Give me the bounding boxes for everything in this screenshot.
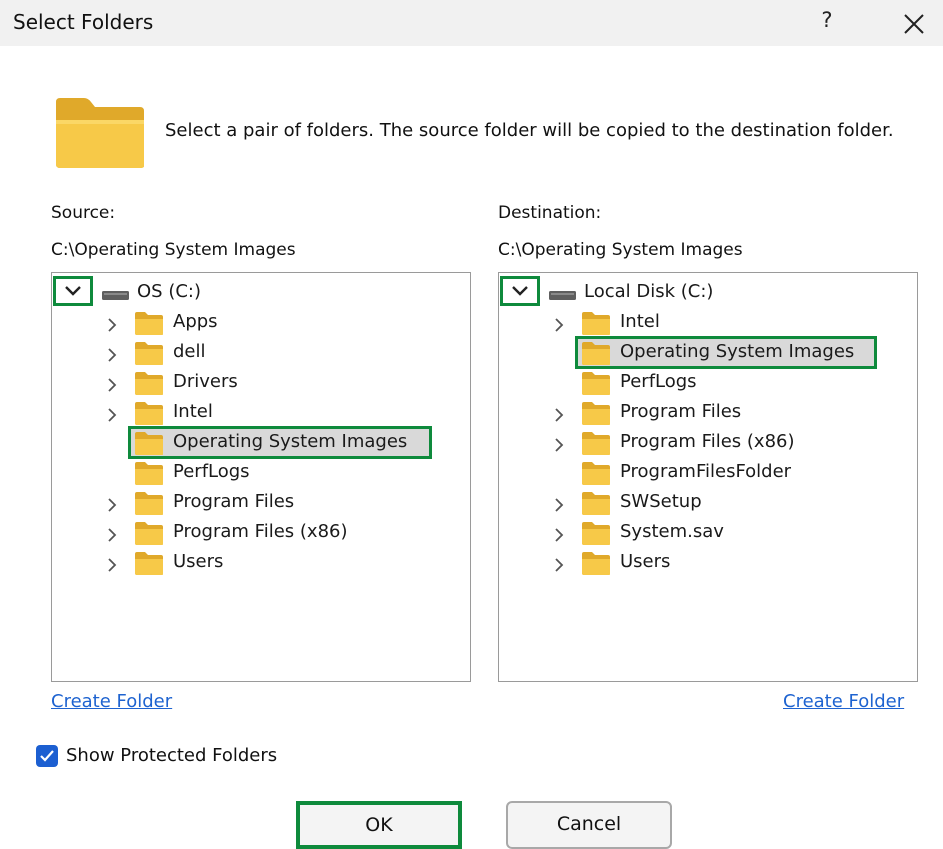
destination-folder-tree[interactable]: Local Disk (C:) Intel Operating System I… xyxy=(498,272,918,682)
tree-item[interactable]: dell xyxy=(52,339,470,369)
folder-icon xyxy=(582,372,610,395)
tree-item[interactable]: ProgramFilesFolder xyxy=(499,459,917,489)
tree-item[interactable]: PerfLogs xyxy=(52,459,470,489)
tree-item-label: Intel xyxy=(173,401,213,422)
tree-item-label: Users xyxy=(620,551,671,572)
tree-item[interactable]: Program Files xyxy=(499,399,917,429)
source-path: C:\Operating System Images xyxy=(51,240,296,260)
folder-icon xyxy=(582,342,610,365)
tree-item[interactable]: Program Files xyxy=(52,489,470,519)
drive-icon xyxy=(102,291,129,300)
expand-toggle-button[interactable] xyxy=(53,276,93,306)
chevron-right-icon[interactable] xyxy=(106,348,118,362)
destination-path: C:\Operating System Images xyxy=(498,240,743,260)
tree-item-label: Program Files xyxy=(173,491,295,512)
tree-item-label: Program Files (x86) xyxy=(173,521,348,542)
folder-icon xyxy=(582,492,610,515)
folder-icon xyxy=(135,432,163,455)
tree-item[interactable]: Program Files (x86) xyxy=(499,429,917,459)
chevron-right-icon[interactable] xyxy=(106,528,118,542)
folder-icon xyxy=(135,342,163,365)
folder-icon xyxy=(582,432,610,455)
checkmark-icon xyxy=(40,750,54,762)
tree-item[interactable]: PerfLogs xyxy=(499,369,917,399)
chevron-right-icon[interactable] xyxy=(553,408,565,422)
chevron-right-icon[interactable] xyxy=(553,558,565,572)
tree-root-label: Local Disk (C:) xyxy=(584,281,714,302)
chevron-right-icon[interactable] xyxy=(553,318,565,332)
tree-item[interactable]: System.sav xyxy=(499,519,917,549)
folder-icon xyxy=(135,492,163,515)
tree-item[interactable]: Drivers xyxy=(52,369,470,399)
folder-icon xyxy=(135,312,163,335)
close-button[interactable] xyxy=(900,10,928,38)
folder-icon xyxy=(135,462,163,485)
destination-create-folder-link[interactable]: Create Folder xyxy=(783,691,904,712)
folder-icon xyxy=(582,312,610,335)
folder-icon xyxy=(135,402,163,425)
drive-icon xyxy=(549,291,576,300)
tree-item[interactable]: SWSetup xyxy=(499,489,917,519)
folder-icon xyxy=(582,462,610,485)
chevron-down-icon xyxy=(512,286,528,296)
ok-button[interactable]: OK xyxy=(296,801,462,849)
tree-item[interactable]: Apps xyxy=(52,309,470,339)
tree-item-label: Users xyxy=(173,551,224,572)
chevron-right-icon[interactable] xyxy=(106,558,118,572)
tree-item-label: PerfLogs xyxy=(173,461,250,482)
source-label: Source: xyxy=(51,203,116,223)
folder-icon xyxy=(135,552,163,575)
tree-item-label: SWSetup xyxy=(620,491,702,512)
folder-icon xyxy=(582,552,610,575)
tree-item[interactable]: Intel xyxy=(52,399,470,429)
folder-icon xyxy=(56,98,144,168)
tree-item-label: ProgramFilesFolder xyxy=(620,461,792,482)
cancel-button[interactable]: Cancel xyxy=(506,801,672,849)
folder-icon xyxy=(135,522,163,545)
chevron-right-icon[interactable] xyxy=(106,408,118,422)
chevron-right-icon[interactable] xyxy=(553,498,565,512)
tree-item-label: Program Files (x86) xyxy=(620,431,795,452)
tree-item-label: dell xyxy=(173,341,206,362)
chevron-right-icon[interactable] xyxy=(553,528,565,542)
help-button[interactable]: ? xyxy=(814,8,840,38)
chevron-right-icon[interactable] xyxy=(553,438,565,452)
tree-item-label: PerfLogs xyxy=(620,371,697,392)
show-protected-checkbox[interactable] xyxy=(36,745,58,767)
source-create-folder-link[interactable]: Create Folder xyxy=(51,691,172,712)
destination-label: Destination: xyxy=(498,203,602,223)
tree-item-label: Operating System Images xyxy=(620,341,855,362)
tree-item-label: Program Files xyxy=(620,401,742,422)
folder-icon xyxy=(582,402,610,425)
source-folder-tree[interactable]: OS (C:) Apps dell Drivers Intel Operatin… xyxy=(51,272,471,682)
folder-icon xyxy=(582,522,610,545)
chevron-right-icon[interactable] xyxy=(106,378,118,392)
tree-item-label: System.sav xyxy=(620,521,724,542)
tree-item-label: Drivers xyxy=(173,371,238,392)
chevron-right-icon[interactable] xyxy=(106,318,118,332)
tree-item[interactable]: Users xyxy=(499,549,917,579)
chevron-right-icon[interactable] xyxy=(106,498,118,512)
instructions-text: Select a pair of folders. The source fol… xyxy=(165,120,894,141)
tree-item[interactable]: Program Files (x86) xyxy=(52,519,470,549)
chevron-down-icon xyxy=(65,286,81,296)
tree-item[interactable]: Users xyxy=(52,549,470,579)
tree-root-label: OS (C:) xyxy=(137,281,201,302)
tree-root-row[interactable]: Local Disk (C:) xyxy=(499,276,917,309)
title-bar: Select Folders ? xyxy=(0,0,943,46)
tree-item[interactable]: Intel xyxy=(499,309,917,339)
close-icon xyxy=(904,14,924,34)
folder-icon xyxy=(135,372,163,395)
tree-item-selected[interactable]: Operating System Images xyxy=(52,426,470,459)
show-protected-label[interactable]: Show Protected Folders xyxy=(66,745,277,766)
window-title: Select Folders xyxy=(13,10,154,34)
tree-root-row[interactable]: OS (C:) xyxy=(52,276,470,309)
tree-item-label: Apps xyxy=(173,311,218,332)
tree-item-selected[interactable]: Operating System Images xyxy=(499,336,917,369)
expand-toggle-button[interactable] xyxy=(500,276,540,306)
tree-item-label: Operating System Images xyxy=(173,431,408,452)
tree-item-label: Intel xyxy=(620,311,660,332)
